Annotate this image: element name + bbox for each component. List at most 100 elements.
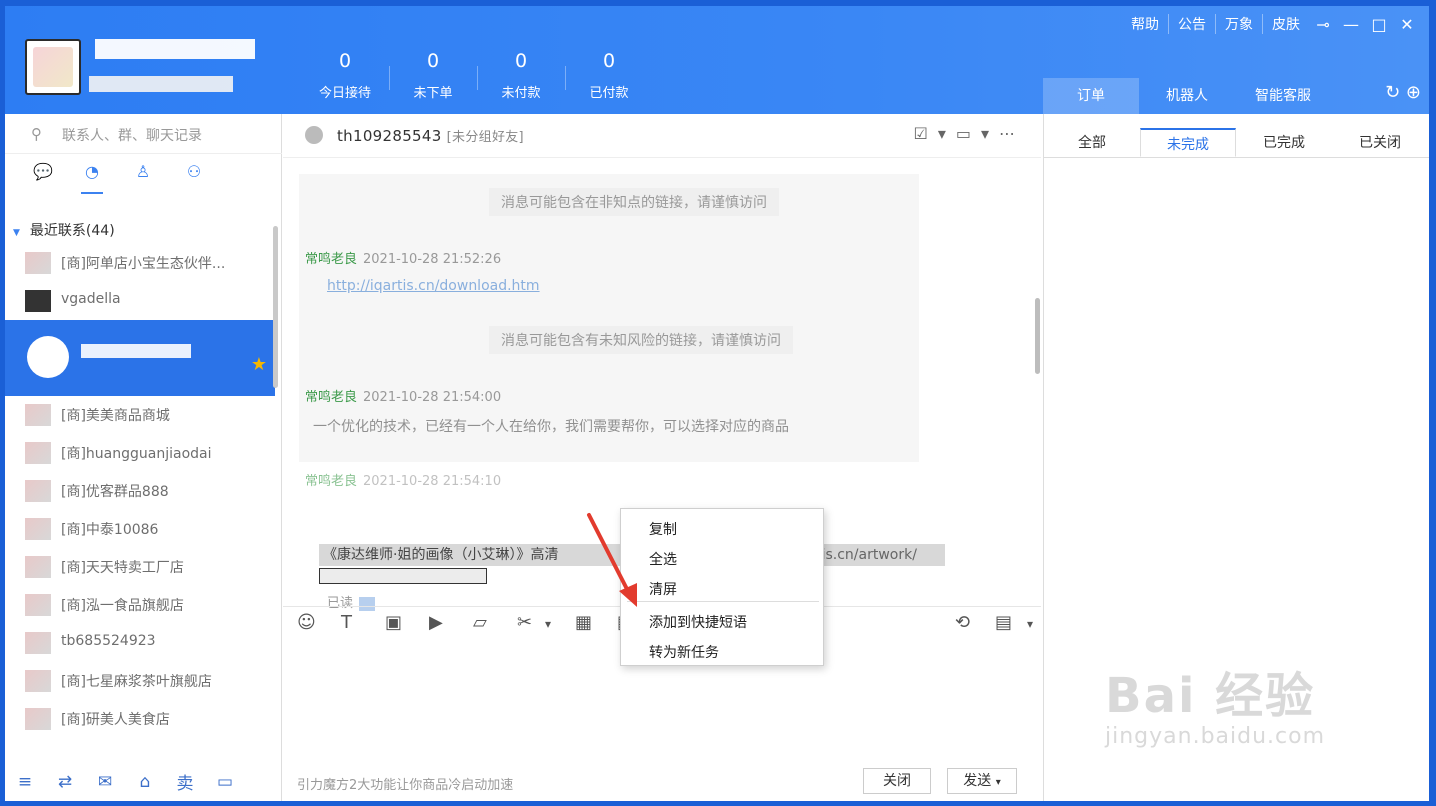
dropdown-icon[interactable]: ▾ xyxy=(996,777,1001,788)
star-icon[interactable]: ★ xyxy=(251,354,267,375)
contact-avatar xyxy=(25,708,51,730)
send-button[interactable]: 发送 ▾ xyxy=(947,768,1017,794)
contact-item[interactable]: [商]研美人美食店 xyxy=(5,700,275,738)
menu-icon[interactable]: ≡ xyxy=(5,772,45,792)
contact-item[interactable]: [商]美美商品商城 xyxy=(5,396,275,434)
contact-item[interactable]: [商]阿单店小宝生态伙伴... xyxy=(5,244,275,282)
video-play-icon[interactable]: ▶ xyxy=(429,612,443,633)
menu-item-convert-task[interactable]: 转为新任务 xyxy=(649,642,719,662)
stat-value: 0 xyxy=(338,50,352,72)
groups-tab-icon[interactable]: ⚇ xyxy=(180,162,208,190)
contact-name: [商]泓一食品旗舰店 xyxy=(61,598,184,614)
message-link[interactable]: http://iqartis.cn/download.htm xyxy=(327,278,540,294)
tab-robot[interactable]: 机器人 xyxy=(1139,78,1235,114)
dropdown-icon[interactable]: ▾ xyxy=(545,617,551,631)
add-circle-icon[interactable]: ⊕ xyxy=(1406,82,1421,103)
contact-item[interactable]: [商]优客群品888 xyxy=(5,472,275,510)
dropdown-icon[interactable]: ▾ xyxy=(938,124,956,143)
task-icon[interactable]: ☑ xyxy=(913,124,937,143)
system-warning: 消息可能包含有未知风险的链接，请谨慎访问 xyxy=(489,326,793,354)
menu-skin[interactable]: 皮肤 xyxy=(1262,14,1309,34)
order-tabs: 全部 未完成 已完成 已关闭 xyxy=(1044,128,1429,158)
search-input[interactable]: 联系人、群、聊天记录 xyxy=(62,125,202,145)
left-footer-toolbar: ≡ ⇄ ✉ ⌂ 卖 ▭ xyxy=(5,762,282,801)
contact-item[interactable]: [商]泓一食品旗舰店 xyxy=(5,586,275,624)
stat-value: 0 xyxy=(514,50,528,72)
emoji-icon[interactable]: ☺ xyxy=(297,612,316,633)
pin-icon[interactable]: ⊸ xyxy=(1309,15,1337,34)
contact-item[interactable]: vgadella xyxy=(5,282,275,320)
calculator-icon[interactable]: ▦ xyxy=(575,612,592,633)
sell-icon[interactable]: 卖 xyxy=(165,769,205,794)
menu-item-select-all[interactable]: 全选 xyxy=(649,549,677,569)
dropdown-icon[interactable]: ▾ xyxy=(981,124,999,143)
menu-wanxiang[interactable]: 万象 xyxy=(1215,14,1262,34)
shop-avatar[interactable] xyxy=(25,39,81,95)
chat-contact-name[interactable]: th109285543 [未分组好友] xyxy=(337,126,524,145)
tab-closed[interactable]: 已关闭 xyxy=(1332,128,1428,157)
menu-help[interactable]: 帮助 xyxy=(1122,14,1168,34)
contact-item[interactable]: [商]huangguanjiaodai xyxy=(5,434,275,472)
collapse-triangle-icon: ▼ xyxy=(13,228,20,238)
folder-icon[interactable]: ▱ xyxy=(473,612,487,633)
window-icon[interactable]: ▭ xyxy=(205,772,245,792)
chat-scrollbar[interactable] xyxy=(1035,298,1040,374)
close-button[interactable]: 关闭 xyxy=(863,768,931,794)
link-text[interactable]: http://iqartis.cn/download.htm xyxy=(327,278,540,294)
store-icon[interactable]: ⌂ xyxy=(125,772,165,792)
tab-all[interactable]: 全部 xyxy=(1044,128,1140,157)
recent-contacts-header[interactable]: ▼ 最近联系(44) xyxy=(13,220,115,240)
contact-name: [商]研美人美食店 xyxy=(61,712,170,728)
contact-name: [商]阿单店小宝生态伙伴... xyxy=(61,256,226,272)
stat-label: 今日接待 xyxy=(318,86,371,101)
text-format-icon[interactable]: T xyxy=(341,612,352,633)
dropdown-icon[interactable]: ▾ xyxy=(1027,617,1033,631)
menu-item-copy[interactable]: 复制 xyxy=(649,519,677,539)
close-icon[interactable]: ✕ xyxy=(1393,15,1421,34)
scissors-icon[interactable]: ✂ xyxy=(517,612,532,633)
stat-paid[interactable]: 0 已付款 xyxy=(569,50,649,101)
more-icon[interactable]: ⋯ xyxy=(999,124,1025,143)
send-label: 发送 xyxy=(963,773,992,789)
quick-reply-icon[interactable]: ⟲ xyxy=(955,612,970,633)
menu-item-add-quick-phrase[interactable]: 添加到快捷短语 xyxy=(649,612,747,632)
context-menu: 复制 全选 清屏 添加到快捷短语 转为新任务 xyxy=(620,508,824,666)
contacts-tab-icon[interactable]: ♙ xyxy=(129,162,157,190)
contact-item[interactable]: [商]天天特卖工厂店 xyxy=(5,548,275,586)
contact-item[interactable]: [商]七星麻浆茶叶旗舰店 xyxy=(5,662,275,700)
refresh-icon[interactable]: ↻ xyxy=(1385,82,1400,103)
transfer-icon[interactable]: ⇄ xyxy=(45,772,85,792)
contact-avatar xyxy=(25,290,51,312)
tab-orders[interactable]: 订单 xyxy=(1043,78,1139,114)
stat-unpaid[interactable]: 0 未付款 xyxy=(481,50,561,101)
video-icon[interactable]: ▭ xyxy=(956,124,981,143)
mail-icon[interactable]: ✉ xyxy=(85,772,125,792)
tab-incomplete[interactable]: 未完成 xyxy=(1140,128,1236,157)
search-bar[interactable]: ⚲ 联系人、群、聊天记录 xyxy=(5,114,282,154)
promo-tip[interactable]: 引力魔方2大功能让你商品冷启动加速 xyxy=(297,774,513,793)
chat-contact-avatar xyxy=(305,126,323,144)
image-icon[interactable]: ▣ xyxy=(385,612,402,633)
stat-label: 未付款 xyxy=(501,86,541,101)
tab-completed[interactable]: 已完成 xyxy=(1236,128,1332,157)
contact-name: tb685524923 xyxy=(61,633,156,649)
messages-tab-icon[interactable]: 💬 xyxy=(29,162,57,190)
contact-item-selected[interactable]: ★ xyxy=(5,320,275,396)
stat-not-ordered[interactable]: 0 未下单 xyxy=(393,50,473,101)
maximize-icon[interactable]: □ xyxy=(1365,15,1393,34)
history-icon[interactable]: ▤ xyxy=(995,612,1012,633)
contact-item[interactable]: [商]中泰10086 xyxy=(5,510,275,548)
tab-smart-service[interactable]: 智能客服 xyxy=(1235,78,1331,114)
contact-item[interactable]: tb685524923 xyxy=(5,624,275,662)
contact-avatar xyxy=(25,518,51,540)
menu-announcement[interactable]: 公告 xyxy=(1168,14,1215,34)
stat-today-reception[interactable]: 0 今日接待 xyxy=(305,50,385,101)
watermark-url: jingyan.baidu.com xyxy=(1105,724,1326,749)
right-tab-actions: ↻ ⊕ xyxy=(1385,82,1421,103)
divider xyxy=(565,66,566,90)
contacts-scrollbar[interactable] xyxy=(273,226,278,388)
sender-name: 常鸣老良 xyxy=(305,474,358,489)
minimize-icon[interactable]: — xyxy=(1337,15,1365,34)
menu-item-clear-screen[interactable]: 清屏 xyxy=(649,579,677,599)
recent-tab-icon[interactable]: ◔ xyxy=(78,162,106,194)
